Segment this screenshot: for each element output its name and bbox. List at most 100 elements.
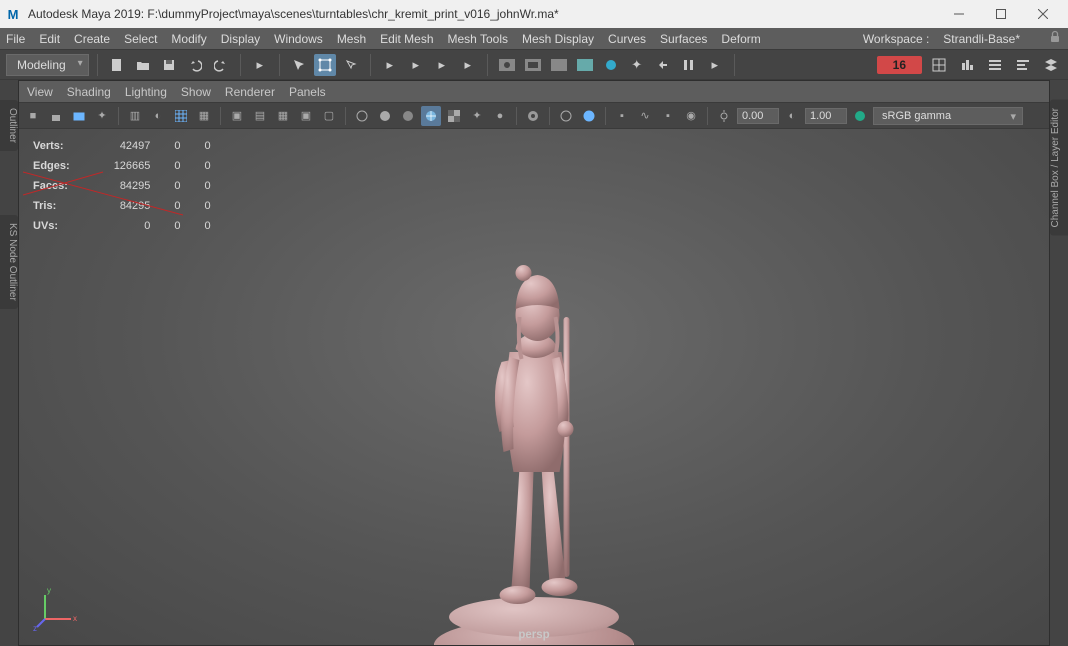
- window-close-button[interactable]: [1022, 0, 1064, 28]
- safe-action-icon[interactable]: ▣: [296, 106, 316, 126]
- ks-node-outliner-tab[interactable]: KS Node Outliner: [0, 215, 18, 309]
- resolution-gate-icon[interactable]: ▣: [227, 106, 247, 126]
- select-by-object-icon[interactable]: [288, 54, 310, 76]
- menu-set-dropdown[interactable]: Modeling: [6, 54, 89, 76]
- field-chart-icon[interactable]: ▦: [273, 106, 293, 126]
- gamma-icon[interactable]: ◐: [782, 106, 802, 126]
- menu-file[interactable]: File: [6, 32, 25, 46]
- character-figure: [472, 257, 597, 617]
- channel-box-tab[interactable]: Channel Box / Layer Editor: [1050, 100, 1068, 236]
- smooth-shade-icon[interactable]: [375, 106, 395, 126]
- menu-curves[interactable]: Curves: [608, 32, 646, 46]
- isolate-select-icon[interactable]: [523, 106, 543, 126]
- panel-menu-show[interactable]: Show: [181, 85, 211, 99]
- toggle-layer-editor-icon[interactable]: [1040, 54, 1062, 76]
- depth-of-field-icon[interactable]: ◉: [681, 106, 701, 126]
- lock-icon[interactable]: [1048, 30, 1062, 47]
- menu-select[interactable]: Select: [124, 32, 157, 46]
- workspace-dropdown[interactable]: Strandli-Base*: [943, 32, 1020, 46]
- menu-modify[interactable]: Modify: [171, 32, 206, 46]
- textured-icon[interactable]: [444, 106, 464, 126]
- toggle-channel-box-icon[interactable]: [1012, 54, 1034, 76]
- wireframe-icon[interactable]: [352, 106, 372, 126]
- window-minimize-button[interactable]: [938, 0, 980, 28]
- view-transform-dropdown[interactable]: sRGB gamma: [873, 107, 1023, 125]
- snap-curve-icon[interactable]: ▸: [405, 54, 427, 76]
- use-default-material-icon[interactable]: [398, 106, 418, 126]
- camera-attributes-icon[interactable]: [69, 106, 89, 126]
- render-settings-icon[interactable]: [574, 54, 596, 76]
- menu-mesh-display[interactable]: Mesh Display: [522, 32, 594, 46]
- menu-windows[interactable]: Windows: [274, 32, 323, 46]
- status-toolbar: Modeling ▸ ▸ ▸ ▸ ▸ ✦ ▸ 16: [0, 50, 1068, 80]
- toggle-play-icon[interactable]: ▸: [704, 54, 726, 76]
- screen-space-ao-icon[interactable]: ▪: [612, 106, 632, 126]
- gamma-field[interactable]: 1.00: [805, 108, 847, 124]
- select-tool-icon[interactable]: [340, 54, 362, 76]
- window-maximize-button[interactable]: [980, 0, 1022, 28]
- undo-icon[interactable]: [184, 54, 206, 76]
- panel-menu-panels[interactable]: Panels: [289, 85, 326, 99]
- film-gate-icon[interactable]: ▦: [194, 106, 214, 126]
- lock-camera-icon[interactable]: [46, 106, 66, 126]
- open-scene-icon[interactable]: [132, 54, 154, 76]
- select-by-hierarchy-icon[interactable]: ▸: [249, 54, 271, 76]
- window-title: Autodesk Maya 2019: F:\dummyProject\maya…: [28, 7, 938, 21]
- redo-icon[interactable]: [210, 54, 232, 76]
- snap-plane-icon[interactable]: ▸: [457, 54, 479, 76]
- menu-display[interactable]: Display: [221, 32, 260, 46]
- select-camera-icon[interactable]: ■: [23, 106, 43, 126]
- svg-text:x: x: [73, 614, 77, 623]
- use-all-lights-icon[interactable]: ✦: [467, 106, 487, 126]
- light-editor-icon[interactable]: ✦: [626, 54, 648, 76]
- render-frame-icon[interactable]: [522, 54, 544, 76]
- panel-menu-view[interactable]: View: [27, 85, 53, 99]
- xray-icon[interactable]: [556, 106, 576, 126]
- viewport-panel: View Shading Lighting Show Renderer Pane…: [18, 80, 1050, 646]
- snap-point-icon[interactable]: ▸: [431, 54, 453, 76]
- wireframe-on-shaded-icon[interactable]: [421, 106, 441, 126]
- menu-edit[interactable]: Edit: [39, 32, 60, 46]
- shadows-icon[interactable]: ●: [490, 106, 510, 126]
- toggle-pause-icon[interactable]: [678, 54, 700, 76]
- snap-grid-icon[interactable]: ▸: [379, 54, 401, 76]
- ipr-render-icon[interactable]: [548, 54, 570, 76]
- xray-joints-icon[interactable]: [579, 106, 599, 126]
- toggle-modeling-toolkit-icon[interactable]: [928, 54, 950, 76]
- new-scene-icon[interactable]: [106, 54, 128, 76]
- bookmarks-icon[interactable]: ✦: [92, 106, 112, 126]
- menu-create[interactable]: Create: [74, 32, 110, 46]
- exposure-field[interactable]: 0.00: [737, 108, 779, 124]
- exposure-icon[interactable]: [714, 106, 734, 126]
- image-plane-icon[interactable]: ▥: [125, 106, 145, 126]
- toggle-attribute-editor-icon[interactable]: [984, 54, 1006, 76]
- hud-row-faces: Faces:8429500: [31, 177, 231, 195]
- gate-mask-icon[interactable]: ▤: [250, 106, 270, 126]
- grid-toggle-icon[interactable]: [171, 106, 191, 126]
- toggle-tool-settings-icon[interactable]: [956, 54, 978, 76]
- multisample-aa-icon[interactable]: ▪: [658, 106, 678, 126]
- viewport-canvas[interactable]: Verts:4249700 Edges:12666500 Faces:84295…: [19, 129, 1049, 645]
- safe-title-icon[interactable]: ▢: [319, 106, 339, 126]
- axis-gizmo[interactable]: y x z: [33, 581, 83, 631]
- view-transform-icon[interactable]: [850, 106, 870, 126]
- menu-edit-mesh[interactable]: Edit Mesh: [380, 32, 433, 46]
- panel-menu-renderer[interactable]: Renderer: [225, 85, 275, 99]
- outliner-tab[interactable]: Outliner: [0, 100, 18, 151]
- motion-blur-icon[interactable]: ∿: [635, 106, 655, 126]
- character-model[interactable]: [414, 247, 654, 645]
- main-menu-bar: File Edit Create Select Modify Display W…: [0, 28, 1068, 50]
- panel-menu-lighting[interactable]: Lighting: [125, 85, 167, 99]
- menu-mesh-tools[interactable]: Mesh Tools: [448, 32, 508, 46]
- render-view-icon[interactable]: [496, 54, 518, 76]
- playblast-icon[interactable]: [652, 54, 674, 76]
- menu-deform[interactable]: Deform: [721, 32, 760, 46]
- panel-menu-shading[interactable]: Shading: [67, 85, 111, 99]
- workspace-label: Workspace :: [863, 32, 929, 46]
- menu-mesh[interactable]: Mesh: [337, 32, 366, 46]
- two-side-lighting-icon[interactable]: ◐: [148, 106, 168, 126]
- hypershade-icon[interactable]: [600, 54, 622, 76]
- menu-surfaces[interactable]: Surfaces: [660, 32, 707, 46]
- select-by-component-icon[interactable]: [314, 54, 336, 76]
- save-scene-icon[interactable]: [158, 54, 180, 76]
